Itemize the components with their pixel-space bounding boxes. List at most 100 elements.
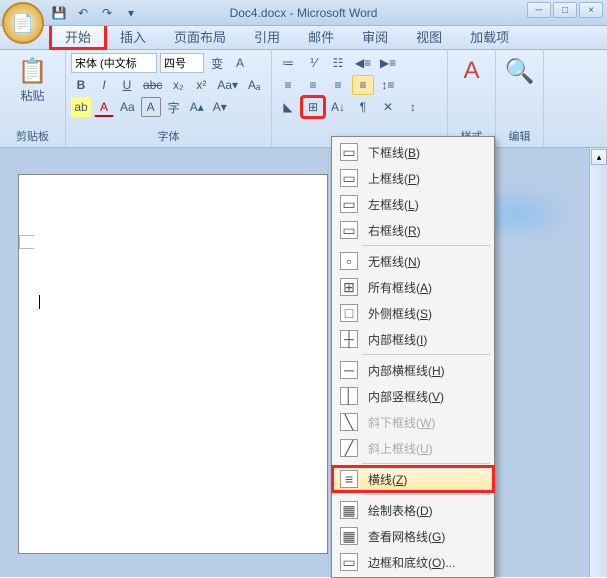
clear-formatting-button[interactable]: Aₐ [244,75,264,95]
char-border-button[interactable]: A [141,97,161,117]
menu-item-label: 斜下框线(W) [368,414,435,431]
enclose-char-button[interactable]: Aa [117,97,138,117]
border-type-icon: □ [340,304,358,322]
line-spacing-button[interactable]: ↕≡ [377,75,399,95]
menu-item-L[interactable]: ▭左框线(L) [332,191,494,217]
text-cursor [39,295,41,309]
menu-item-B[interactable]: ▭ 下框线(B) [332,139,494,165]
styles-icon[interactable]: A [456,55,488,87]
border-button[interactable]: ⊞ [302,97,324,117]
border-type-icon: ▭ [340,143,358,161]
highlight-button[interactable]: ab [71,97,91,117]
menu-item-D[interactable]: ▦绘制表格(D) [332,497,494,523]
border-type-icon: │ [340,387,358,405]
border-type-icon: ≡ [340,470,358,488]
char-border-top[interactable]: A [230,53,250,73]
tab-0[interactable]: 开始 [50,23,106,49]
menu-item-O[interactable]: ▭边框和底纹(O)... [332,549,494,575]
circle-char-button[interactable]: 字 [164,97,184,117]
align-right-button[interactable]: ≡ [327,75,349,95]
superscript-button[interactable]: x² [191,75,211,95]
border-type-icon: ▭ [340,169,358,187]
border-type-icon: ▦ [340,501,358,519]
border-type-icon: ▭ [340,195,358,213]
menu-item-R[interactable]: ▭右框线(R) [332,217,494,243]
menu-item-P[interactable]: ▭上框线(P) [332,165,494,191]
menu-item-label: 下框线(B) [368,144,420,161]
paste-label: 粘贴 [20,87,44,104]
vertical-scrollbar[interactable]: ▴ [589,148,607,577]
grow-font-button[interactable]: A▴ [187,97,207,117]
tab-4[interactable]: 邮件 [294,24,348,49]
sort-button[interactable]: A↓ [327,97,349,117]
border-type-icon: ╲ [340,413,358,431]
subscript-button[interactable]: x₂ [168,75,188,95]
menu-item-I[interactable]: ┼内部框线(I) [332,326,494,352]
qat-undo[interactable]: ↶ [74,4,92,22]
strike-button[interactable]: abc [140,75,165,95]
paste-icon[interactable]: 📋 [17,55,49,87]
find-icon[interactable]: 🔍 [504,55,536,87]
font-name-combo[interactable]: 宋体 (中文标 [71,53,157,73]
font-size-combo[interactable]: 四号 [160,53,204,73]
numbering-button[interactable]: ⅟ [302,53,324,73]
shrink-font-button[interactable]: A▾ [210,97,230,117]
menu-item-N[interactable]: ▫无框线(N) [332,248,494,274]
menu-item-W[interactable]: ╲ 斜下框线(W) [332,409,494,435]
tab-7[interactable]: 加载项 [456,24,523,49]
justify-button[interactable]: ≡ [352,75,374,95]
border-type-icon: ┼ [340,330,358,348]
align-center-button[interactable]: ≡ [302,75,324,95]
underline-button[interactable]: U [117,75,137,95]
tab-2[interactable]: 页面布局 [160,24,240,49]
window-title: Doc4.docx - Microsoft Word [230,6,378,20]
tab-5[interactable]: 审阅 [348,24,402,49]
qat-more[interactable]: ▾ [122,4,140,22]
border-type-icon: ╱ [340,439,358,457]
scroll-up-button[interactable]: ▴ [591,149,607,165]
border-type-icon: ⊞ [340,278,358,296]
menu-item-label: 内部竖框线(V) [368,388,444,405]
qat-save[interactable]: 💾 [50,4,68,22]
minimize-button[interactable]: ─ [527,2,551,18]
menu-item-H[interactable]: ─ 内部横框线(H) [332,357,494,383]
tab-3[interactable]: 引用 [240,24,294,49]
asian-layout-button[interactable]: ✕ [377,97,399,117]
qat-redo[interactable]: ↷ [98,4,116,22]
bold-button[interactable]: B [71,75,91,95]
italic-button[interactable]: I [94,75,114,95]
menu-item-label: 无框线(N) [368,253,421,270]
dedent-button[interactable]: ◀≡ [352,53,374,73]
menu-item-label: 边框和底纹(O)... [368,554,455,571]
document-page[interactable] [18,174,328,554]
menu-item-V[interactable]: │ 内部竖框线(V) [332,383,494,409]
close-button[interactable]: × [579,2,603,18]
shading-button[interactable]: ◣ [277,97,299,117]
border-type-icon: ▦ [340,527,358,545]
font-color-button[interactable]: A [94,97,114,117]
menu-item-U[interactable]: ╱斜上框线(U) [332,435,494,461]
menu-item-A[interactable]: ⊞ 所有框线(A) [332,274,494,300]
menu-item-label: 横线(Z) [368,471,407,488]
border-dropdown-menu: ▭ 下框线(B) ▭上框线(P)▭左框线(L)▭右框线(R) ▫无框线(N) ⊞ 所有框线… [331,136,495,578]
align-left-button[interactable]: ≡ [277,75,299,95]
show-marks-button[interactable]: ¶ [352,97,374,117]
menu-separator [362,494,490,495]
multilevel-button[interactable]: ☷ [327,53,349,73]
menu-item-label: 内部横框线(H) [368,362,445,379]
menu-item-S[interactable]: □外侧框线(S) [332,300,494,326]
menu-item-G[interactable]: ▦查看网格线(G) [332,523,494,549]
border-type-icon: ▭ [340,221,358,239]
office-button[interactable]: 📄 [2,2,44,44]
border-type-icon: ─ [340,361,358,379]
tab-6[interactable]: 视图 [402,24,456,49]
menu-item-Z[interactable]: ≡ 横线(Z) [332,466,494,492]
maximize-button[interactable]: □ [553,2,577,18]
indent-button[interactable]: ▶≡ [377,53,399,73]
bullets-button[interactable]: ≔ [277,53,299,73]
phonetic-guide[interactable]: 变 [207,53,227,73]
menu-item-label: 所有框线(A) [368,279,432,296]
tab-1[interactable]: 插入 [106,24,160,49]
text-direction-button[interactable]: ↕ [402,97,424,117]
change-case-button[interactable]: Aa▾ [214,75,241,95]
